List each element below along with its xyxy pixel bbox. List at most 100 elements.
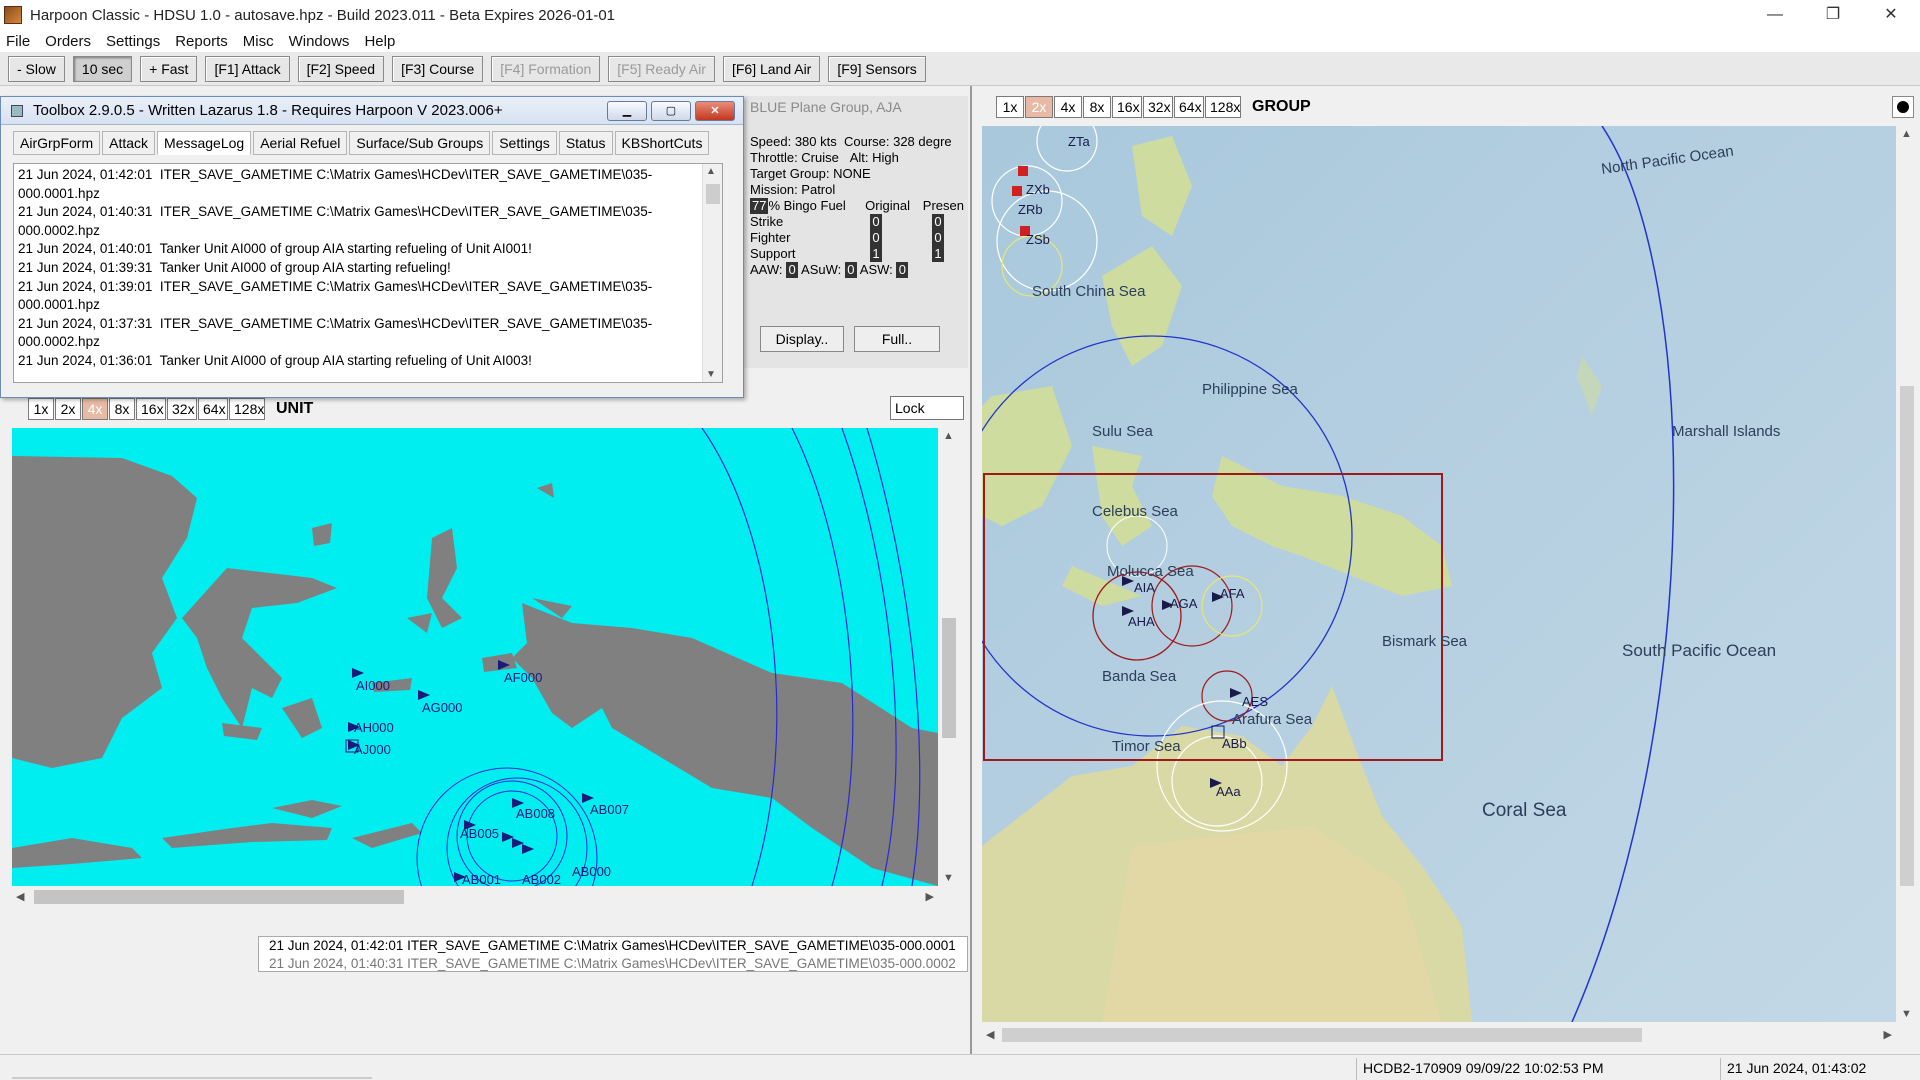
group-map-vscroll-thumb[interactable] (1900, 386, 1914, 886)
scroll-down-icon[interactable]: ▼ (943, 872, 954, 884)
group-altitude: Alt: High (849, 150, 899, 165)
group-zoom-2x[interactable]: 2x (1025, 96, 1053, 118)
menu-orders[interactable]: Orders (45, 33, 91, 50)
fast-button[interactable]: + Fast (140, 55, 198, 82)
toolbox-title: Toolbox 2.9.0.5 - Written Lazarus 1.8 - … (33, 102, 503, 119)
scroll-right-icon[interactable]: ▶ (1884, 1028, 1892, 1041)
slow-button[interactable]: - Slow (8, 55, 65, 82)
scroll-up-icon[interactable]: ▲ (943, 430, 954, 442)
tab-kbshortcuts[interactable]: KBShortCuts (614, 131, 710, 155)
scroll-left-icon[interactable]: ◀ (986, 1028, 994, 1041)
unit-map-hscroll[interactable]: ◀ ▶ (12, 886, 938, 908)
scroll-right-icon[interactable]: ▶ (926, 890, 934, 903)
tab-attack[interactable]: Attack (102, 131, 156, 155)
group-zoom-4x[interactable]: 4x (1054, 96, 1082, 118)
asuw-label: ASuW: (801, 262, 842, 277)
record-icon[interactable] (1892, 96, 1914, 118)
sea-label: Philippine Sea (1202, 381, 1299, 398)
menu-settings[interactable]: Settings (106, 33, 160, 50)
sea-label: Sulu Sea (1092, 423, 1154, 440)
group-zoom-128x[interactable]: 128x (1205, 96, 1241, 118)
unit-map-hscroll-thumb[interactable] (34, 890, 404, 904)
group-zoom-32x[interactable]: 32x (1143, 96, 1173, 118)
menu-help[interactable]: Help (364, 33, 395, 50)
group-map-hscroll-thumb[interactable] (1002, 1028, 1642, 1042)
unit-zoom-128x[interactable]: 128x (229, 398, 265, 420)
group-label: AHA (1128, 614, 1155, 629)
group-label: AFA (1220, 586, 1245, 601)
unit-label: AB001 (462, 872, 501, 886)
toolbox-maximize-button[interactable]: ▢ (651, 101, 691, 121)
tab-airgrpform[interactable]: AirGrpForm (13, 131, 101, 155)
group-marker (1012, 186, 1022, 196)
tab-messagelog[interactable]: MessageLog (157, 131, 252, 155)
menu-reports[interactable]: Reports (175, 33, 228, 50)
aaw-label: AAW: (750, 262, 783, 277)
display-button[interactable]: Display.. (760, 326, 844, 352)
toolbar: - Slow 10 sec + Fast [F1] Attack [F2] Sp… (0, 52, 1920, 86)
fighter-present: 0 (932, 230, 944, 246)
unit-label: AB002 (522, 872, 561, 886)
unit-zoom-8x[interactable]: 8x (109, 398, 135, 420)
group-zoom-8x[interactable]: 8x (1083, 96, 1111, 118)
group-info-title: BLUE Plane Group, AJA (750, 99, 902, 115)
unit-map-vscroll[interactable]: ▲ ▼ (938, 428, 960, 886)
group-map-vscroll[interactable]: ▲ ▼ (1896, 126, 1918, 1022)
unit-map-vscroll-thumb[interactable] (942, 618, 956, 738)
build-info: HCDB2-170909 09/09/22 10:02:53 PM (1356, 1058, 1720, 1080)
asw-label: ASW: (859, 262, 893, 277)
tab-surface-sub-groups[interactable]: Surface/Sub Groups (349, 131, 491, 155)
scroll-up-icon[interactable]: ▲ (706, 166, 716, 177)
attack-button[interactable]: [F1] Attack (205, 55, 290, 82)
tab-settings[interactable]: Settings (492, 131, 557, 155)
log-entry: 21 Jun 2024, 01:37:31 ITER_SAVE_GAMETIME… (18, 315, 653, 350)
sensors-button[interactable]: [F9] Sensors (828, 55, 926, 82)
time-step-button[interactable]: 10 sec (72, 55, 133, 82)
aaw-value: 0 (786, 262, 799, 278)
land-air-button[interactable]: [F6] Land Air (722, 55, 821, 82)
window-title: Harpoon Classic - HDSU 1.0 - autosave.hp… (30, 6, 616, 24)
restore-button[interactable]: ❐ (1804, 0, 1862, 30)
support-present: 1 (932, 246, 944, 262)
group-zoom-64x[interactable]: 64x (1174, 96, 1204, 118)
unit-map[interactable]: AI000 AF000 AG000 AH000 AJ000 AB008 AB00… (12, 428, 938, 886)
unit-zoom-32x[interactable]: 32x (167, 398, 197, 420)
menu-file[interactable]: File (6, 33, 30, 50)
log-entry: 21 Jun 2024, 01:39:31 Tanker Unit AI000 … (18, 259, 451, 275)
log-entry: 21 Jun 2024, 01:42:01 ITER_SAVE_GAMETIME… (18, 167, 653, 201)
log-scroll-thumb[interactable] (706, 184, 720, 204)
lock-field[interactable]: Lock (890, 396, 964, 420)
group-map[interactable]: North Pacific Ocean Philippine Sea Sulu … (982, 126, 1896, 1022)
close-button[interactable]: ✕ (1862, 0, 1920, 30)
group-map-hscroll[interactable]: ◀ ▶ (982, 1024, 1896, 1046)
scroll-up-icon[interactable]: ▲ (1901, 128, 1912, 140)
tab-aerial-refuel[interactable]: Aerial Refuel (253, 131, 348, 155)
group-label: AIA (1134, 580, 1155, 595)
formation-button[interactable]: [F4] Formation (491, 55, 601, 82)
full-button[interactable]: Full.. (854, 326, 940, 352)
scroll-left-icon[interactable]: ◀ (16, 890, 24, 903)
course-button[interactable]: [F3] Course (392, 55, 484, 82)
message-strip: 21 Jun 2024, 01:42:01 ITER_SAVE_GAMETIME… (258, 936, 968, 972)
sea-label: Arafura Sea (1232, 711, 1313, 728)
toolbox-close-button[interactable]: ✕ (695, 101, 735, 121)
unit-zoom-4x[interactable]: 4x (82, 398, 108, 420)
scroll-down-icon[interactable]: ▼ (1901, 1008, 1912, 1020)
toolbox-minimize-button[interactable]: ▁ (607, 101, 647, 121)
unit-zoom-1x[interactable]: 1x (28, 398, 54, 420)
group-zoom-16x[interactable]: 16x (1112, 96, 1142, 118)
tab-status[interactable]: Status (558, 131, 613, 155)
speed-button[interactable]: [F2] Speed (297, 55, 385, 82)
group-zoom-1x[interactable]: 1x (996, 96, 1024, 118)
minimize-button[interactable]: — (1746, 0, 1804, 30)
unit-zoom-64x[interactable]: 64x (198, 398, 228, 420)
ready-air-button[interactable]: [F5] Ready Air (608, 55, 715, 82)
message-log[interactable]: 21 Jun 2024, 01:42:01 ITER_SAVE_GAMETIME… (13, 163, 723, 383)
menu-misc[interactable]: Misc (243, 33, 274, 50)
toolbox-tabs: AirGrpForm Attack MessageLog Aerial Refu… (1, 125, 743, 155)
scroll-down-icon[interactable]: ▼ (706, 369, 716, 380)
unit-zoom-16x[interactable]: 16x (136, 398, 166, 420)
log-scrollbar[interactable]: ▲ ▼ (702, 164, 722, 382)
unit-zoom-2x[interactable]: 2x (55, 398, 81, 420)
menu-windows[interactable]: Windows (289, 33, 350, 50)
